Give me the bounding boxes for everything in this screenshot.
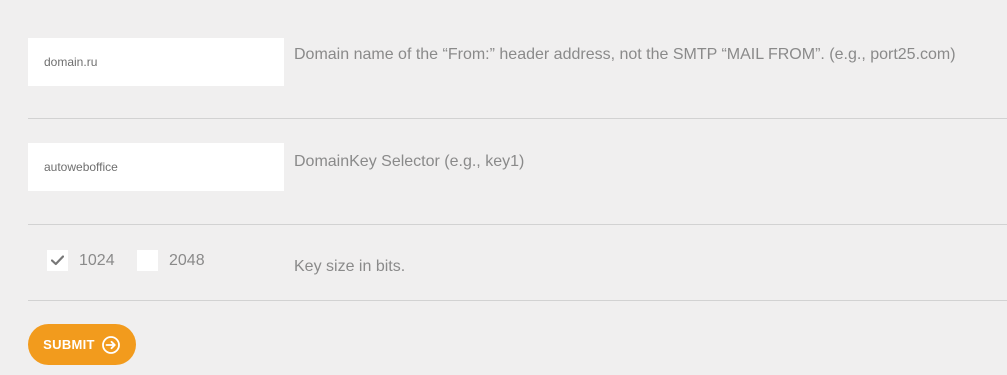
selector-input[interactable] bbox=[28, 143, 284, 191]
key-size-2048-checkbox[interactable] bbox=[137, 250, 158, 271]
key-size-1024-checkbox[interactable] bbox=[47, 250, 68, 271]
selector-description: DomainKey Selector (e.g., key1) bbox=[294, 153, 525, 170]
domain-input[interactable] bbox=[28, 38, 284, 86]
key-size-2048-label: 2048 bbox=[169, 252, 205, 269]
arrow-right-circle-icon bbox=[101, 335, 120, 354]
submit-button[interactable]: SUBMIT bbox=[28, 324, 136, 365]
key-size-1024-label: 1024 bbox=[79, 252, 115, 269]
submit-label: SUBMIT bbox=[43, 337, 95, 352]
divider bbox=[28, 300, 1007, 301]
divider bbox=[28, 118, 1007, 119]
key-size-description: Key size in bits. bbox=[294, 258, 406, 275]
divider bbox=[28, 224, 1007, 225]
checkmark-icon bbox=[51, 255, 64, 266]
domain-description: Domain name of the “From:” header addres… bbox=[294, 46, 956, 63]
